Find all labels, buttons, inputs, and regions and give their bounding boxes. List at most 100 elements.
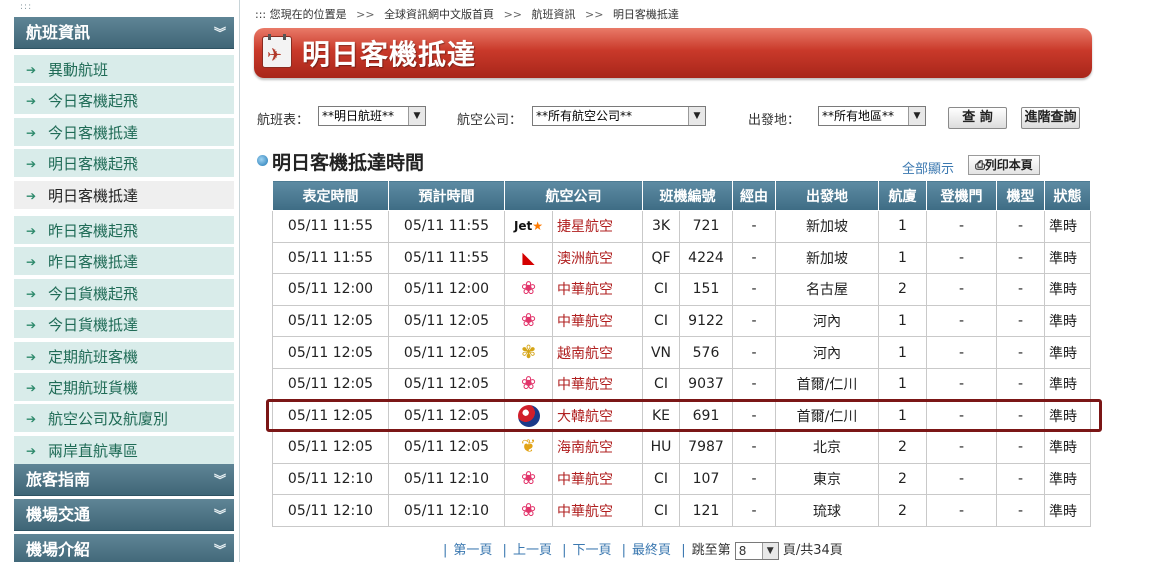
sidebar-item[interactable]: ➔ 今日客機起飛 xyxy=(14,86,234,117)
advanced-query-button[interactable]: 進階查詢 xyxy=(1021,107,1080,129)
sidebar-item[interactable]: ➔ 定期航班貨機 xyxy=(14,373,234,403)
breadcrumb-separator: >> xyxy=(585,8,604,21)
gate-cell: - xyxy=(926,399,997,433)
via-cell: - xyxy=(732,367,776,401)
table-row: 05/11 12:05 05/11 12:05 ✾ 越南航空 VN 576- 河內 1- - 準時 xyxy=(272,336,1091,369)
status-cell: 準時 xyxy=(1044,210,1091,243)
sidebar-section-label: 旅客指南 xyxy=(26,470,91,489)
arrow-icon: ➔ xyxy=(26,157,37,172)
sidebar-item-label: 昨日客機抵達 xyxy=(48,253,139,272)
origin-select[interactable]: **所有地區** ▼ xyxy=(818,106,926,126)
sidebar-item[interactable]: ➔ 航空公司及航廈別 xyxy=(14,404,234,435)
flight-number-cell: 4224 xyxy=(679,241,733,275)
airline-name-cell: 捷星航空 xyxy=(552,210,643,243)
airline-name-cell: 大韓航空 xyxy=(552,399,643,433)
sidebar-item[interactable]: ➔ 異動航班 xyxy=(14,55,234,85)
page-select[interactable]: 8 ▼ xyxy=(734,541,779,560)
via-cell: - xyxy=(732,494,776,527)
airline-logo-cell: ❀ xyxy=(504,494,553,527)
sidebar-item[interactable]: ➔ 明日客機起飛 xyxy=(14,149,234,180)
airline-logo-cell: ❀ xyxy=(504,273,553,306)
arrow-icon: ➔ xyxy=(26,125,37,140)
arrow-icon: ➔ xyxy=(26,318,37,333)
aircraft-cell: - xyxy=(996,273,1045,306)
sidebar-item-label: 昨日客機起飛 xyxy=(48,222,139,240)
scheduled-time-cell: 05/11 11:55 xyxy=(272,210,389,243)
airline-code-cell: VN xyxy=(642,336,680,369)
aircraft-cell: - xyxy=(996,210,1045,243)
last-page-link[interactable]: 最終頁 xyxy=(632,543,671,558)
flight-number-cell: 576 xyxy=(679,336,733,369)
via-cell: - xyxy=(732,399,776,433)
sidebar-section-traffic[interactable]: 機場交通 ︾ xyxy=(14,499,234,531)
print-button[interactable]: ⎙列印本頁 xyxy=(968,155,1040,175)
table-row: 05/11 12:05 05/11 12:05 ❀ 中華航空 CI 9122- 河內 1- - 準… xyxy=(272,304,1091,338)
pagination: | 第一頁 | 上一頁 | 下一頁 | 最終頁 | 跳至第 8 ▼ 頁/共34頁 xyxy=(443,541,843,560)
header-estimated: 預計時間 xyxy=(388,180,505,211)
terminal-cell: 1 xyxy=(878,304,927,338)
korean-logo-icon xyxy=(517,404,540,427)
breadcrumb-home-link[interactable]: 全球資訊網中文版首頁 xyxy=(384,8,494,21)
sidebar-item[interactable]: ➔ 今日貨機起飛 xyxy=(14,278,234,309)
scheduled-time-cell: 05/11 12:00 xyxy=(272,273,389,306)
status-cell: 準時 xyxy=(1044,273,1091,306)
terminal-cell: 1 xyxy=(878,241,927,275)
sidebar-item-label: 今日貨機起飛 xyxy=(48,284,139,303)
origin-cell: 北京 xyxy=(775,431,879,464)
sidebar-section-travel[interactable]: 旅客指南 ︾ xyxy=(14,464,234,496)
aircraft-cell: - xyxy=(996,336,1045,369)
origin-label: 出發地： xyxy=(748,113,801,128)
collapse-chevron-icon: ︾ xyxy=(213,26,226,40)
origin-cell: 東京 xyxy=(775,462,879,496)
status-cell: 準時 xyxy=(1044,367,1091,401)
breadcrumb-flight-link[interactable]: 航班資訊 xyxy=(532,8,576,21)
sidebar-item[interactable]: ➔ 明日客機抵達 xyxy=(14,180,234,211)
query-button[interactable]: 查 詢 xyxy=(948,107,1007,129)
sidebar-item[interactable]: ➔ 今日貨機抵達 xyxy=(14,310,234,341)
sidebar-item[interactable]: ➔ 昨日客機起飛 xyxy=(14,216,234,246)
via-cell: - xyxy=(732,462,776,496)
table-body: 05/11 11:55 05/11 11:55 Jet★ 捷星航空 3K 721- 新加坡 1… xyxy=(272,210,1091,527)
flight-number-cell: 721 xyxy=(679,210,733,243)
arrow-icon: ➔ xyxy=(26,443,37,458)
airline-name-cell: 海南航空 xyxy=(552,431,643,464)
schedule-select[interactable]: **明日航班** ▼ xyxy=(318,106,426,126)
airline-code-cell: KE xyxy=(642,399,680,433)
aircraft-cell: - xyxy=(996,241,1045,275)
table-row: 05/11 12:00 05/11 12:00 ❀ 中華航空 CI 151- 名古屋 2- - 準… xyxy=(272,273,1091,306)
china-logo-icon: ❀ xyxy=(520,468,537,490)
scheduled-time-cell: 05/11 12:05 xyxy=(272,431,389,464)
header-origin: 出發地 xyxy=(775,180,879,211)
sidebar-item[interactable]: ➔ 兩岸直航專區 xyxy=(14,435,234,466)
breadcrumb-current: 明日客機抵達 xyxy=(612,8,679,21)
header-airline: 航空公司 xyxy=(504,180,643,211)
header-terminal: 航廈 xyxy=(878,180,927,211)
next-page-link[interactable]: 下一頁 xyxy=(572,543,611,558)
show-all-link[interactable]: 全部顯示 xyxy=(902,158,954,177)
sidebar-item-label: 明日客機起飛 xyxy=(48,155,139,174)
flight-number-cell: 121 xyxy=(679,494,733,527)
aircraft-cell: - xyxy=(996,494,1045,527)
first-page-link[interactable]: 第一頁 xyxy=(453,543,492,558)
terminal-cell: 2 xyxy=(878,462,927,496)
sidebar-section-flight[interactable]: 航班資訊 ︾ xyxy=(14,17,234,49)
origin-cell: 首爾/仁川 xyxy=(775,367,879,401)
sidebar-item[interactable]: ➔ 定期航班客機 xyxy=(14,341,234,372)
airline-name-cell: 中華航空 xyxy=(552,494,643,527)
airline-label: 航空公司： xyxy=(457,113,523,128)
page-title-banner: ✈ 明日客機抵達 xyxy=(254,28,1092,78)
sidebar-section-intro[interactable]: 機場介紹 ︾ xyxy=(14,534,234,562)
prev-page-link[interactable]: 上一頁 xyxy=(513,543,552,558)
expand-chevron-icon: ︾ xyxy=(213,473,226,487)
table-row: 05/11 12:05 05/11 12:05 ❀ 中華航空 CI 9037- 首爾/仁川 1… xyxy=(272,367,1091,401)
table-header-row: 表定時間 預計時間 航空公司 班機編號 經由 出發地 航廈 登機門 機型 狀態 xyxy=(272,180,1091,211)
sidebar-item[interactable]: ➔ 今日客機抵達 xyxy=(14,117,234,148)
terminal-cell: 2 xyxy=(878,273,927,306)
estimated-time-cell: 05/11 12:10 xyxy=(388,462,505,496)
sidebar-item[interactable]: ➔ 昨日客機抵達 xyxy=(14,247,234,278)
breadcrumb: ::: 您現在的位置是 >> 全球資訊網中文版首頁 >> 航班資訊 >> 明日客… xyxy=(255,6,679,22)
origin-cell: 新加坡 xyxy=(775,241,879,275)
via-cell: - xyxy=(732,241,776,275)
airline-select[interactable]: **所有航空公司** ▼ xyxy=(532,106,706,126)
sidebar-section-label: 機場介紹 xyxy=(26,540,91,559)
